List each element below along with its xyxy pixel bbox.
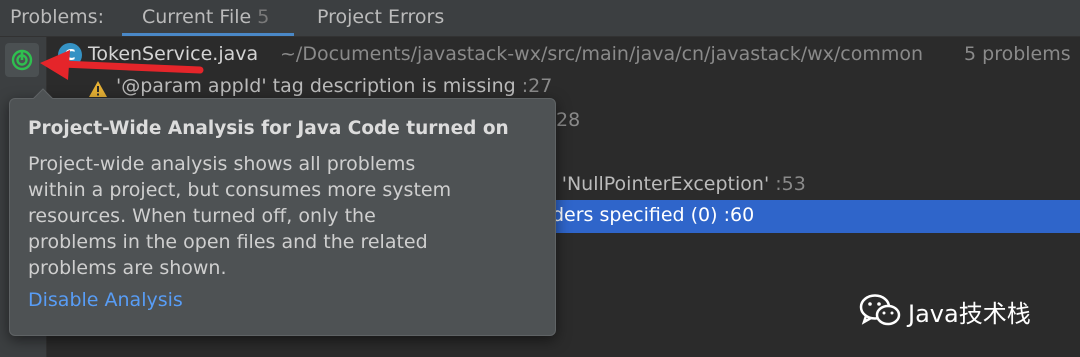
tab-project-errors-label: Project Errors <box>317 6 445 28</box>
popup-body: Project-wide analysis shows all problems… <box>28 153 452 279</box>
problem-text: ders specified (0) <box>552 204 718 226</box>
tab-current-file-count: 5 <box>257 6 270 28</box>
popup-title: Project-Wide Analysis for Java Code turn… <box>28 118 509 139</box>
problem-line: :53 <box>775 173 806 195</box>
problem-line: :27 <box>521 75 553 97</box>
problem-line: :60 <box>723 204 755 226</box>
file-path: ~/Documents/javastack-wx/src/main/java/c… <box>280 43 924 65</box>
problem-line: 28 <box>556 109 581 131</box>
problem-item[interactable]: e 'NullPointerException' :53 <box>544 173 806 195</box>
red-arrow-annotation <box>40 50 204 80</box>
problem-count: 5 problems <box>964 43 1071 65</box>
problem-text: e 'NullPointerException' <box>544 173 770 195</box>
problem-item[interactable]: 28 <box>556 109 580 131</box>
watermark-text: Java技术栈 <box>908 300 1031 328</box>
tab-project-errors[interactable]: Project Errors <box>317 0 444 36</box>
wechat-icon <box>859 294 901 326</box>
analysis-tooltip-popup: Project-Wide Analysis for Java Code turn… <box>9 98 556 336</box>
problem-item-selected[interactable]: ders specified (0) :60 <box>552 204 754 226</box>
disable-analysis-link[interactable]: Disable Analysis <box>28 289 183 311</box>
